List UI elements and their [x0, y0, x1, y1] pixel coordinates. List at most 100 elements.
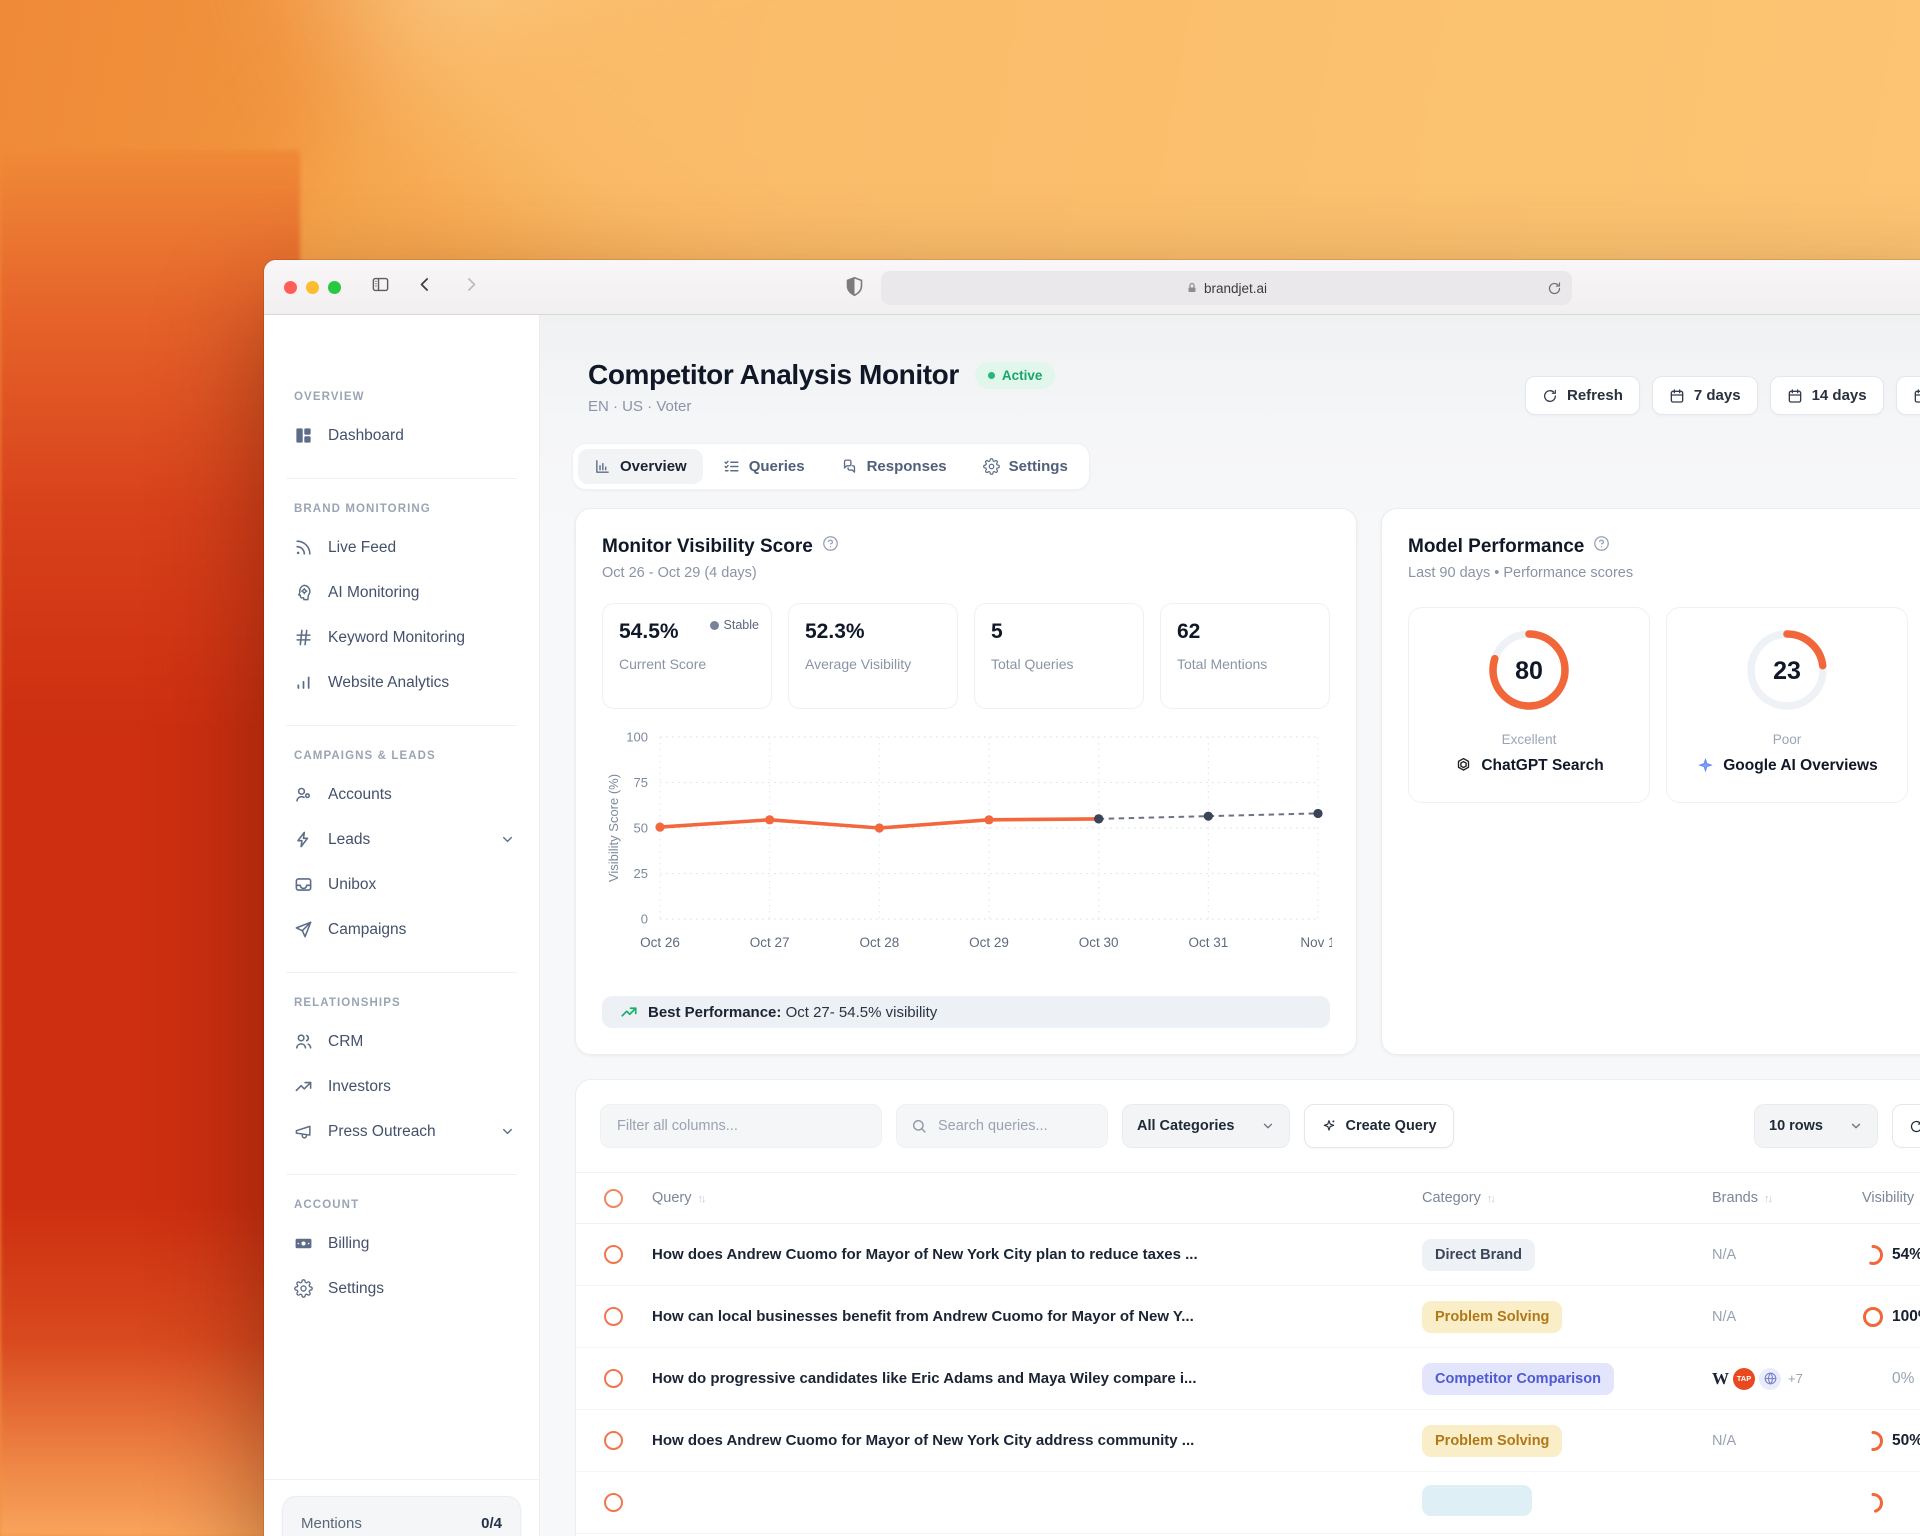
query-text[interactable]: How can local businesses benefit from An…: [652, 1308, 1422, 1325]
sidebar-item-crm[interactable]: CRM: [264, 1019, 539, 1064]
sidebar-item-investors[interactable]: Investors: [264, 1064, 539, 1109]
query-text[interactable]: How does Andrew Cuomo for Mayor of New Y…: [652, 1246, 1422, 1263]
calendar-icon: [1669, 388, 1685, 404]
sidebar-item-ai-monitoring[interactable]: AI Monitoring: [264, 570, 539, 615]
reload-icon[interactable]: [1547, 281, 1562, 296]
date-range-button[interactable]: [1896, 376, 1920, 415]
query-text[interactable]: How do progressive candidates like Eric …: [652, 1370, 1422, 1387]
browser-toolbar: brandjet.ai: [264, 260, 1920, 315]
row-select-radio[interactable]: [604, 1369, 623, 1388]
gear-icon: [294, 1279, 313, 1298]
privacy-shield-icon[interactable]: [844, 276, 865, 299]
queries-table: Query↑↓Category↑↓Brands↑↓Visibility↑↓ Ho…: [576, 1172, 1920, 1534]
main-content: Competitor Analysis Monitor Active EN · …: [540, 315, 1920, 1536]
sidebar-toggle-icon[interactable]: [371, 275, 390, 299]
sidebar-item-keyword-monitoring[interactable]: Keyword Monitoring: [264, 615, 539, 660]
sidebar-section-label: RELATIONSHIPS: [294, 997, 539, 1009]
browser-window: brandjet.ai OVERVIEWDashboardBRAND MONIT…: [264, 260, 1920, 1536]
wikipedia-icon: W: [1712, 1369, 1729, 1389]
svg-text:50: 50: [634, 821, 648, 836]
column-header-category[interactable]: Category↑↓: [1422, 1190, 1712, 1206]
visibility-value: 100%: [1892, 1308, 1920, 1326]
row-select-radio[interactable]: [604, 1431, 623, 1450]
sidebar-item-label: Billing: [328, 1235, 369, 1253]
stat-label: Average Visibility: [805, 656, 941, 672]
query-text[interactable]: How does Andrew Cuomo for Mayor of New Y…: [652, 1432, 1422, 1449]
brand-icons: WTAP+7: [1712, 1368, 1862, 1390]
table-row[interactable]: [576, 1472, 1920, 1534]
sidebar-item-accounts[interactable]: Accounts: [264, 772, 539, 817]
megaphone-icon: [294, 1122, 313, 1141]
14-days-button[interactable]: 14 days: [1770, 376, 1884, 415]
bar-chart-icon: [294, 673, 313, 692]
select-all-radio[interactable]: [604, 1189, 623, 1208]
filter-columns-input[interactable]: [600, 1104, 882, 1148]
chevron-down-icon[interactable]: [500, 832, 515, 847]
wallpaper-red-band: [0, 150, 300, 1536]
users-icon: [294, 1032, 313, 1051]
sidebar-item-press-outreach[interactable]: Press Outreach: [264, 1109, 539, 1154]
svg-text:Oct 29: Oct 29: [969, 935, 1009, 950]
svg-text:Oct 31: Oct 31: [1188, 935, 1228, 950]
sidebar-item-settings[interactable]: Settings: [264, 1266, 539, 1311]
list-checks-icon: [723, 458, 740, 475]
table-row[interactable]: How do progressive candidates like Eric …: [576, 1348, 1920, 1410]
page-title: Competitor Analysis Monitor: [588, 359, 959, 391]
sort-icon[interactable]: ↑↓: [698, 1193, 705, 1205]
sidebar-item-dashboard[interactable]: Dashboard: [264, 413, 539, 458]
row-select-radio[interactable]: [604, 1245, 623, 1264]
refresh-table-button[interactable]: Refresh: [1892, 1104, 1920, 1148]
address-bar[interactable]: brandjet.ai: [881, 271, 1572, 305]
refresh-button[interactable]: Refresh: [1525, 376, 1640, 415]
help-icon[interactable]: [822, 535, 839, 558]
search-input[interactable]: [936, 1117, 1093, 1135]
visibility-value: 0%: [1892, 1370, 1914, 1388]
tab-responses[interactable]: Responses: [825, 449, 963, 484]
sidebar-item-billing[interactable]: Billing: [264, 1221, 539, 1266]
visibility-score-card: Monitor Visibility Score Oct 26 - Oct 29…: [575, 508, 1357, 1055]
trending-up-icon: [620, 1003, 638, 1021]
back-button[interactable]: [416, 275, 435, 299]
forward-button[interactable]: [461, 275, 480, 299]
category-filter-select[interactable]: All Categories: [1122, 1104, 1290, 1148]
svg-text:0: 0: [641, 912, 648, 927]
sidebar-item-unibox[interactable]: Unibox: [264, 862, 539, 907]
column-header-visibility[interactable]: Visibility↑↓: [1862, 1190, 1920, 1206]
divider: [286, 1174, 517, 1175]
help-icon[interactable]: [1593, 535, 1610, 558]
tab-queries[interactable]: Queries: [707, 449, 821, 484]
sidebar-item-website-analytics[interactable]: Website Analytics: [264, 660, 539, 705]
sort-icon[interactable]: ↑↓: [1487, 1193, 1494, 1205]
rows-per-page-select[interactable]: 10 rows: [1754, 1104, 1878, 1148]
tab-overview[interactable]: Overview: [578, 449, 703, 484]
mentions-count: 0/4: [481, 1515, 502, 1532]
column-header-query[interactable]: Query↑↓: [652, 1190, 1422, 1206]
row-select-radio[interactable]: [604, 1493, 623, 1512]
close-window-button[interactable]: [284, 281, 297, 294]
model-name: ChatGPT Search: [1481, 757, 1603, 775]
chevron-down-icon[interactable]: [500, 1124, 515, 1139]
sort-icon[interactable]: ↑↓: [1764, 1193, 1771, 1205]
create-query-button[interactable]: Create Query: [1304, 1104, 1454, 1148]
svg-text:80: 80: [1515, 657, 1543, 685]
7-days-button[interactable]: 7 days: [1652, 376, 1758, 415]
sidebar-item-campaigns[interactable]: Campaigns: [264, 907, 539, 952]
search-queries-input[interactable]: [896, 1104, 1108, 1148]
send-icon: [294, 920, 313, 939]
stat-value: 52.3%: [805, 620, 941, 644]
row-select-radio[interactable]: [604, 1307, 623, 1326]
zoom-window-button[interactable]: [328, 281, 341, 294]
column-header-brands[interactable]: Brands↑↓: [1712, 1190, 1862, 1206]
stat-current-score: 54.5%StableCurrent Score: [602, 603, 772, 709]
model-card-title: Model Performance: [1408, 535, 1914, 558]
filter-input[interactable]: [615, 1117, 867, 1135]
minimize-window-button[interactable]: [306, 281, 319, 294]
sidebar-item-live-feed[interactable]: Live Feed: [264, 525, 539, 570]
sidebar-section-label: BRAND MONITORING: [294, 503, 539, 515]
table-row[interactable]: How can local businesses benefit from An…: [576, 1286, 1920, 1348]
tab-settings[interactable]: Settings: [967, 449, 1084, 484]
table-row[interactable]: How does Andrew Cuomo for Mayor of New Y…: [576, 1410, 1920, 1472]
sidebar-item-leads[interactable]: Leads: [264, 817, 539, 862]
table-row[interactable]: How does Andrew Cuomo for Mayor of New Y…: [576, 1224, 1920, 1286]
globe-icon: [1759, 1368, 1781, 1390]
